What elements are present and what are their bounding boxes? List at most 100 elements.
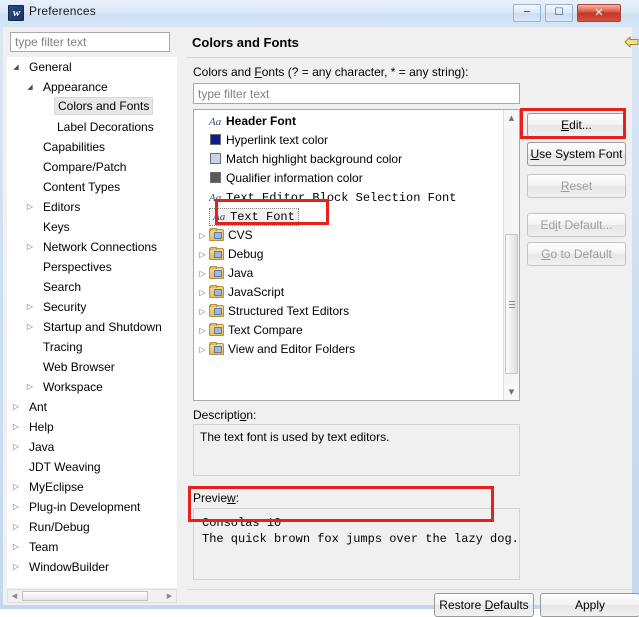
sidebar-item-keys[interactable]: Keys: [7, 217, 177, 237]
edit-button[interactable]: Edit...: [527, 113, 626, 137]
sidebar-filter-input[interactable]: [10, 32, 170, 52]
back-arrow-icon[interactable]: [624, 36, 639, 48]
list-item-label: JavaScript: [228, 285, 285, 299]
chevron-right-icon[interactable]: ▷: [23, 317, 37, 337]
sidebar-item-jdt-weaving[interactable]: JDT Weaving: [7, 457, 177, 477]
sidebar-item-label: Editors: [43, 200, 81, 214]
list-item[interactable]: Aa Text Font: [194, 207, 504, 226]
sidebar-item-ant[interactable]: ▷ Ant: [7, 397, 177, 417]
font-aa-icon: Aa: [213, 211, 226, 223]
list-item[interactable]: ▷ Structured Text Editors: [194, 302, 504, 321]
sidebar-item-help[interactable]: ▷ Help: [7, 417, 177, 437]
list-item[interactable]: Match highlight background color: [194, 150, 504, 169]
sidebar-item-run-debug[interactable]: ▷ Run/Debug: [7, 517, 177, 537]
maximize-button[interactable]: ☐: [545, 4, 573, 22]
sidebar-horizontal-scrollbar[interactable]: ◀ ▶: [7, 589, 177, 603]
list-vertical-scrollbar[interactable]: ▲ ▼: [503, 110, 519, 400]
chevron-right-icon[interactable]: ▷: [23, 377, 37, 397]
page-filter-input[interactable]: [193, 83, 520, 104]
pane-splitter[interactable]: [180, 27, 187, 605]
sidebar-item-tracing[interactable]: Tracing: [7, 337, 177, 357]
go-to-default-button[interactable]: Go to Default: [527, 242, 626, 266]
list-item-label: Structured Text Editors: [228, 304, 350, 318]
list-item[interactable]: ▷ Java: [194, 264, 504, 283]
sidebar-item-network-connections[interactable]: ▷ Network Connections: [7, 237, 177, 257]
chevron-right-icon[interactable]: ▷: [9, 417, 23, 437]
list-item[interactable]: Hyperlink text color: [194, 131, 504, 150]
sidebar-item-security[interactable]: ▷ Security: [7, 297, 177, 317]
folder-icon: [209, 228, 224, 241]
scrollbar-thumb[interactable]: [505, 234, 518, 374]
chevron-right-icon[interactable]: ▷: [23, 237, 37, 257]
sidebar-item-myeclipse[interactable]: ▷ MyEclipse: [7, 477, 177, 497]
reset-button[interactable]: Reset: [527, 174, 626, 198]
list-item[interactable]: Aa Text Editor Block Selection Font: [194, 188, 504, 207]
list-item[interactable]: Qualifier information color: [194, 169, 504, 188]
sidebar-item-perspectives[interactable]: Perspectives: [7, 257, 177, 277]
scroll-right-icon[interactable]: ▶: [163, 590, 176, 602]
chevron-right-icon[interactable]: ▷: [9, 397, 23, 417]
window-title: Preferences: [29, 4, 96, 18]
chevron-right-icon[interactable]: ▷: [9, 537, 23, 557]
chevron-right-icon[interactable]: ▷: [197, 321, 208, 340]
sidebar-item-capabilities[interactable]: Capabilities: [7, 137, 177, 157]
sidebar-item-label: Java: [29, 440, 55, 454]
restore-defaults-button[interactable]: Restore Defaults: [434, 593, 534, 617]
list-item[interactable]: ▷ Debug: [194, 245, 504, 264]
sidebar-item-team[interactable]: ▷ Team: [7, 537, 177, 557]
list-item[interactable]: ▷ Text Compare: [194, 321, 504, 340]
chevron-right-icon[interactable]: ▷: [23, 297, 37, 317]
sidebar-item-content-types[interactable]: Content Types: [7, 177, 177, 197]
list-item[interactable]: Aa Header Font: [194, 112, 504, 131]
chevron-right-icon[interactable]: ▷: [197, 340, 208, 359]
sidebar-item-general[interactable]: ◢ General: [7, 57, 177, 77]
apply-button[interactable]: Apply: [540, 593, 639, 617]
sidebar-item-java[interactable]: ▷ Java: [7, 437, 177, 457]
sidebar-item-windowbuilder[interactable]: ▷ WindowBuilder: [7, 557, 177, 577]
button-mnemonic: R: [560, 179, 570, 193]
sidebar-item-label: Ant: [29, 400, 48, 414]
list-item[interactable]: ▷ CVS: [194, 226, 504, 245]
sidebar-item-label: Tracing: [43, 340, 83, 354]
chevron-down-icon[interactable]: ◢: [9, 57, 23, 77]
sidebar-item-startup-and-shutdown[interactable]: ▷ Startup and Shutdown: [7, 317, 177, 337]
list-item[interactable]: ▷ View and Editor Folders: [194, 340, 504, 359]
scroll-up-icon[interactable]: ▲: [504, 110, 519, 126]
chevron-right-icon[interactable]: ▷: [9, 477, 23, 497]
chevron-right-icon[interactable]: ▷: [9, 437, 23, 457]
sidebar-item-label: Capabilities: [43, 140, 106, 154]
colors-and-fonts-list[interactable]: Aa Header Font Hyperlink text color Match h…: [193, 109, 520, 401]
scroll-down-icon[interactable]: ▼: [504, 384, 519, 400]
sidebar-item-appearance[interactable]: ◢ Appearance: [7, 77, 177, 97]
chevron-down-icon[interactable]: ◢: [23, 77, 37, 97]
sidebar-item-editors[interactable]: ▷ Editors: [7, 197, 177, 217]
sidebar-item-colors-and-fonts[interactable]: Colors and Fonts: [7, 97, 177, 117]
list-item-content: Text Compare: [209, 323, 303, 337]
chevron-right-icon[interactable]: ▷: [197, 302, 208, 321]
preferences-tree[interactable]: ◢ General ◢ Appearance Colors and Fonts Label…: [7, 57, 177, 588]
chevron-right-icon[interactable]: ▷: [197, 283, 208, 302]
use-system-font-button[interactable]: Use System Font: [527, 142, 626, 166]
minimize-button[interactable]: ─: [513, 4, 541, 22]
sidebar-item-plug-in-development[interactable]: ▷ Plug-in Development: [7, 497, 177, 517]
chevron-right-icon[interactable]: ▷: [197, 264, 208, 283]
sidebar-item-workspace[interactable]: ▷ Workspace: [7, 377, 177, 397]
chevron-right-icon[interactable]: ▷: [197, 245, 208, 264]
chevron-right-icon[interactable]: ▷: [9, 517, 23, 537]
sidebar-item-label-decorations[interactable]: Label Decorations: [7, 117, 177, 137]
list-item-label: Text Editor Block Selection Font: [226, 191, 457, 205]
sidebar-item-compare-patch[interactable]: Compare/Patch: [7, 157, 177, 177]
sidebar-item-search[interactable]: Search: [7, 277, 177, 297]
preview-line-1: Consolas 10: [202, 516, 282, 530]
chevron-right-icon[interactable]: ▷: [9, 497, 23, 517]
close-button[interactable]: ✕: [577, 4, 621, 22]
chevron-right-icon[interactable]: ▷: [9, 557, 23, 577]
chevron-right-icon[interactable]: ▷: [23, 197, 37, 217]
sidebar-item-label: JDT Weaving: [29, 460, 101, 474]
scrollbar-thumb[interactable]: [22, 591, 148, 601]
edit-default-button[interactable]: Edit Default...: [527, 213, 626, 237]
list-item[interactable]: ▷ JavaScript: [194, 283, 504, 302]
sidebar-item-web-browser[interactable]: Web Browser: [7, 357, 177, 377]
chevron-right-icon[interactable]: ▷: [197, 226, 208, 245]
scroll-left-icon[interactable]: ◀: [8, 590, 21, 602]
